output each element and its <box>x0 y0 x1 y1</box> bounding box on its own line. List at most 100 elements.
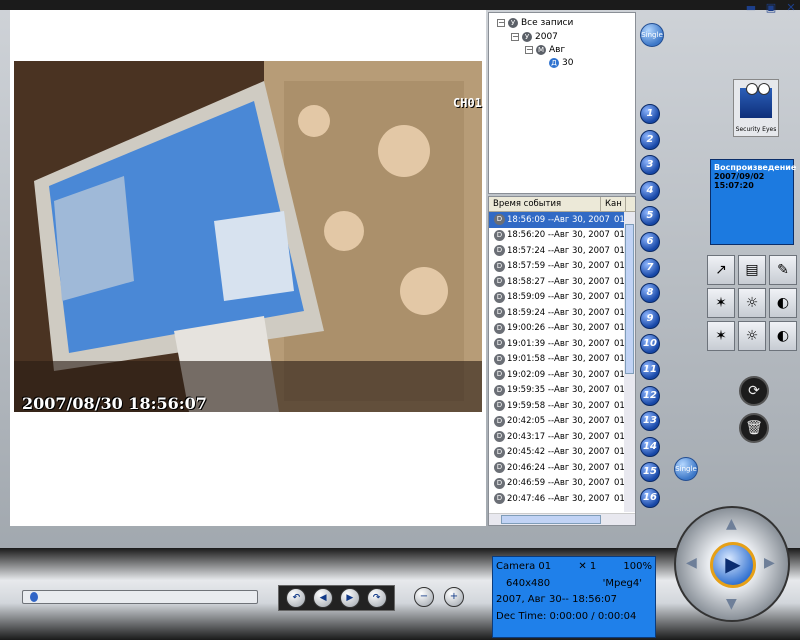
collapse-icon[interactable]: − <box>497 19 505 27</box>
scroll-thumb[interactable] <box>625 224 634 374</box>
event-time: 18:59:09 --Авг 30, 2007 <box>507 292 610 303</box>
event-time: 18:58:27 --Авг 30, 2007 <box>507 276 610 287</box>
saturation-down-icon[interactable]: ◐ <box>769 288 797 318</box>
col-channel[interactable]: Кан <box>601 197 626 211</box>
col-event-time[interactable]: Время события <box>489 197 601 211</box>
export-icon[interactable]: ↗ <box>707 255 735 285</box>
channel-button-9[interactable]: 9 <box>640 308 660 329</box>
table-row[interactable]: D 18:59:09 --Авг 30, 2007 01 <box>489 290 635 306</box>
saturation-up-icon[interactable]: ◐ <box>769 321 797 351</box>
table-row[interactable]: D 19:00:26 --Авг 30, 2007 01 <box>489 321 635 337</box>
table-row[interactable]: D 19:59:35 --Авг 30, 2007 01 <box>489 383 635 399</box>
table-row[interactable]: D 20:42:05 --Авг 30, 2007 01 <box>489 414 635 430</box>
event-icon: D <box>494 462 505 474</box>
channel-button-16[interactable]: 16 <box>640 488 660 508</box>
prev-frame-icon[interactable]: ◀ <box>313 588 334 608</box>
table-row[interactable]: D 18:57:24 --Авг 30, 2007 01 <box>489 243 635 259</box>
trash-icon[interactable]: 🗑 <box>739 413 769 443</box>
table-row[interactable]: D 18:58:27 --Авг 30, 2007 01 <box>489 274 635 290</box>
table-row[interactable]: D 18:56:09 --Авг 30, 2007 01 <box>489 212 635 228</box>
events-rows: D 18:56:09 --Авг 30, 2007 01 D 18:56:20 --Ав… <box>489 212 635 507</box>
tree-node-day[interactable]: Д 30 <box>549 58 573 68</box>
table-row[interactable]: D 20:47:46 --Авг 30, 2007 01 <box>489 491 635 507</box>
tree-node-root[interactable]: − У Все записи <box>497 18 573 28</box>
event-icon: D <box>494 431 505 443</box>
contrast-down-icon[interactable]: ✶ <box>707 288 735 318</box>
info-codec: 'Mpeg4' <box>602 577 642 589</box>
down-arrow-icon[interactable]: ▼ <box>726 596 737 612</box>
seek-knob[interactable] <box>29 592 38 602</box>
table-row[interactable]: D 18:57:59 --Авг 30, 2007 01 <box>489 259 635 275</box>
channel-button-12[interactable]: 12 <box>640 385 660 406</box>
tree-label-day: 30 <box>562 58 574 68</box>
folder-icon: У <box>522 32 532 42</box>
table-row[interactable]: D 20:46:24 --Авг 30, 2007 01 <box>489 460 635 476</box>
day-icon: Д <box>549 58 559 68</box>
status-date: 2007/09/02 <box>714 172 765 181</box>
table-row[interactable]: D 19:01:39 --Авг 30, 2007 01 <box>489 336 635 352</box>
table-row[interactable]: D 19:01:58 --Авг 30, 2007 01 <box>489 352 635 368</box>
collapse-icon[interactable]: − <box>525 46 533 54</box>
event-time: 19:02:09 --Авг 30, 2007 <box>507 369 610 380</box>
channel-button-11[interactable]: 11 <box>640 360 660 380</box>
restore-icon[interactable]: ▣ <box>764 2 778 14</box>
refresh-icon[interactable]: ⟳ <box>739 376 769 406</box>
zoom-in-icon[interactable]: + <box>444 587 464 607</box>
single-view-button[interactable]: Single <box>640 23 664 47</box>
event-channel: 01 <box>614 276 625 287</box>
seek-bar[interactable] <box>22 590 258 604</box>
event-icon: D <box>494 384 505 396</box>
event-channel: 01 <box>614 369 625 380</box>
table-row[interactable]: D 19:59:58 --Авг 30, 2007 01 <box>489 398 635 414</box>
playback-status: Воспроизведение 2007/09/02 15:07:20 <box>710 159 796 245</box>
forward-icon[interactable]: ↷ <box>366 588 387 608</box>
channel-button-14[interactable]: 14 <box>640 436 660 457</box>
tree-node-year[interactable]: − У 2007 <box>511 32 558 42</box>
filmstrip-icon[interactable]: ▤ <box>738 255 766 285</box>
table-row[interactable]: D 20:43:17 --Авг 30, 2007 01 <box>489 429 635 445</box>
event-time: 20:46:59 --Авг 30, 2007 <box>507 478 610 489</box>
event-channel: 01 <box>614 354 625 365</box>
table-row[interactable]: D 20:46:59 --Авг 30, 2007 01 <box>489 476 635 492</box>
channel-button-7[interactable]: 7 <box>640 257 660 278</box>
events-header: Время события Кан <box>489 197 635 212</box>
channel-button-4[interactable]: 4 <box>640 180 660 201</box>
event-time: 18:56:09 --Авг 30, 2007 <box>507 214 610 225</box>
event-icon: D <box>494 322 505 334</box>
right-arrow-icon[interactable]: ▶ <box>764 555 775 571</box>
scroll-thumb[interactable] <box>501 515 601 524</box>
channel-button-6[interactable]: 6 <box>640 232 660 252</box>
zoom-out-icon[interactable]: − <box>414 587 434 607</box>
up-arrow-icon[interactable]: ▲ <box>726 516 737 532</box>
rewind-icon[interactable]: ↶ <box>286 588 307 608</box>
brightness-up-icon[interactable]: ☼ <box>738 321 766 351</box>
folder-icon: У <box>508 18 518 28</box>
left-arrow-icon[interactable]: ◀ <box>686 555 697 571</box>
close-icon[interactable]: ✕ <box>784 2 798 14</box>
channel-button-1[interactable]: 1 <box>640 104 660 124</box>
event-channel: 01 <box>614 416 625 427</box>
tree-node-month[interactable]: − М Авг <box>525 45 565 55</box>
events-vscrollbar[interactable] <box>624 212 635 512</box>
events-hscrollbar[interactable] <box>489 513 635 525</box>
next-frame-icon[interactable]: ▶ <box>339 588 360 608</box>
event-channel: 01 <box>614 307 625 318</box>
event-time: 20:47:46 --Авг 30, 2007 <box>507 493 610 504</box>
video-frame[interactable] <box>14 61 482 412</box>
channel-button-2[interactable]: 2 <box>640 129 660 150</box>
table-row[interactable]: D 20:45:42 --Авг 30, 2007 01 <box>489 445 635 461</box>
minimize-icon[interactable]: ▬ <box>744 2 758 14</box>
contrast-up-icon[interactable]: ✶ <box>707 321 735 351</box>
table-row[interactable]: D 18:59:24 --Авг 30, 2007 01 <box>489 305 635 321</box>
event-channel: 01 <box>614 400 625 411</box>
collapse-icon[interactable]: − <box>511 33 519 41</box>
table-row[interactable]: D 19:02:09 --Авг 30, 2007 01 <box>489 367 635 383</box>
transport-controls: ↶ ◀ ▶ ↷ <box>278 585 395 611</box>
play-button[interactable]: ▶ <box>710 542 756 588</box>
brush-icon[interactable]: ✎ <box>769 255 797 285</box>
events-list: Время события Кан D 18:56:09 --Авг 30, 20… <box>488 196 636 526</box>
brightness-down-icon[interactable]: ☼ <box>738 288 766 318</box>
event-time: 19:01:39 --Авг 30, 2007 <box>507 338 610 349</box>
single-view-button-2[interactable]: Single <box>674 457 698 481</box>
table-row[interactable]: D 18:56:20 --Авг 30, 2007 01 <box>489 228 635 244</box>
